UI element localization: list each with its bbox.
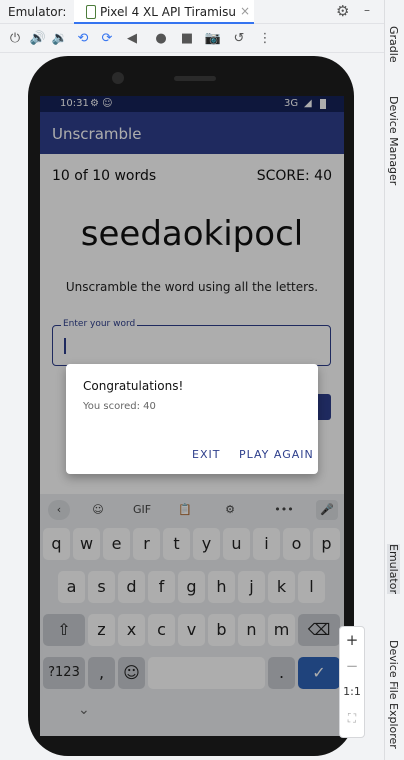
- gear-icon[interactable]: ⚙: [336, 2, 349, 20]
- camera-icon[interactable]: 📷: [204, 30, 222, 48]
- exit-button[interactable]: EXIT: [192, 448, 220, 461]
- more-icon[interactable]: ⋮: [256, 30, 274, 48]
- rotate-left-icon[interactable]: ⟲: [74, 30, 92, 48]
- congratulations-dialog: Congratulations! You scored: 40 EXIT PLA…: [66, 364, 318, 474]
- power-icon[interactable]: ⏻: [6, 30, 24, 48]
- device-file-explorer-tab[interactable]: Device File Explorer: [387, 640, 400, 749]
- gradle-tab[interactable]: Gradle: [387, 26, 400, 63]
- emulator-toolbar: ⏻ 🔊 🔉 ⟲ ⟳ ◀ ● ■ 📷 ↺ ⋮: [0, 25, 384, 53]
- overview-icon[interactable]: ■: [178, 30, 196, 48]
- dialog-message: You scored: 40: [83, 401, 156, 412]
- volume-up-icon[interactable]: 🔊: [29, 30, 47, 48]
- snapshot-icon[interactable]: ↺: [230, 30, 248, 48]
- emulator-title-bar: Emulator: Pixel 4 XL API Tiramisu × ⚙ –: [0, 0, 384, 24]
- zoom-in-button[interactable]: +: [340, 627, 364, 653]
- rotate-right-icon[interactable]: ⟳: [98, 30, 116, 48]
- back-icon[interactable]: ◀: [123, 30, 141, 48]
- fit-screen-icon[interactable]: ⛶: [340, 705, 364, 731]
- device-tab-label: Pixel 4 XL API Tiramisu: [100, 5, 237, 19]
- dialog-title: Congratulations!: [83, 379, 184, 393]
- play-again-button[interactable]: PLAY AGAIN: [239, 448, 314, 461]
- front-camera: [112, 72, 124, 84]
- emulator-label: Emulator:: [8, 5, 67, 19]
- earpiece: [174, 76, 216, 81]
- device-tab[interactable]: Pixel 4 XL API Tiramisu ×: [74, 0, 254, 24]
- close-tab-icon[interactable]: ×: [240, 4, 250, 18]
- right-tool-strip: Gradle Device Manager Emulator Device Fi…: [384, 0, 404, 760]
- home-icon[interactable]: ●: [152, 30, 170, 48]
- phone-icon: [86, 5, 96, 19]
- volume-down-icon[interactable]: 🔉: [51, 30, 69, 48]
- zoom-controls: + − 1:1 ⛶: [339, 626, 365, 738]
- zoom-actual-size-button[interactable]: 1:1: [340, 679, 364, 705]
- device-manager-tab[interactable]: Device Manager: [387, 96, 400, 185]
- zoom-out-button[interactable]: −: [340, 653, 364, 679]
- minimize-icon[interactable]: –: [364, 3, 370, 17]
- emulator-side-tab[interactable]: Emulator: [387, 544, 400, 594]
